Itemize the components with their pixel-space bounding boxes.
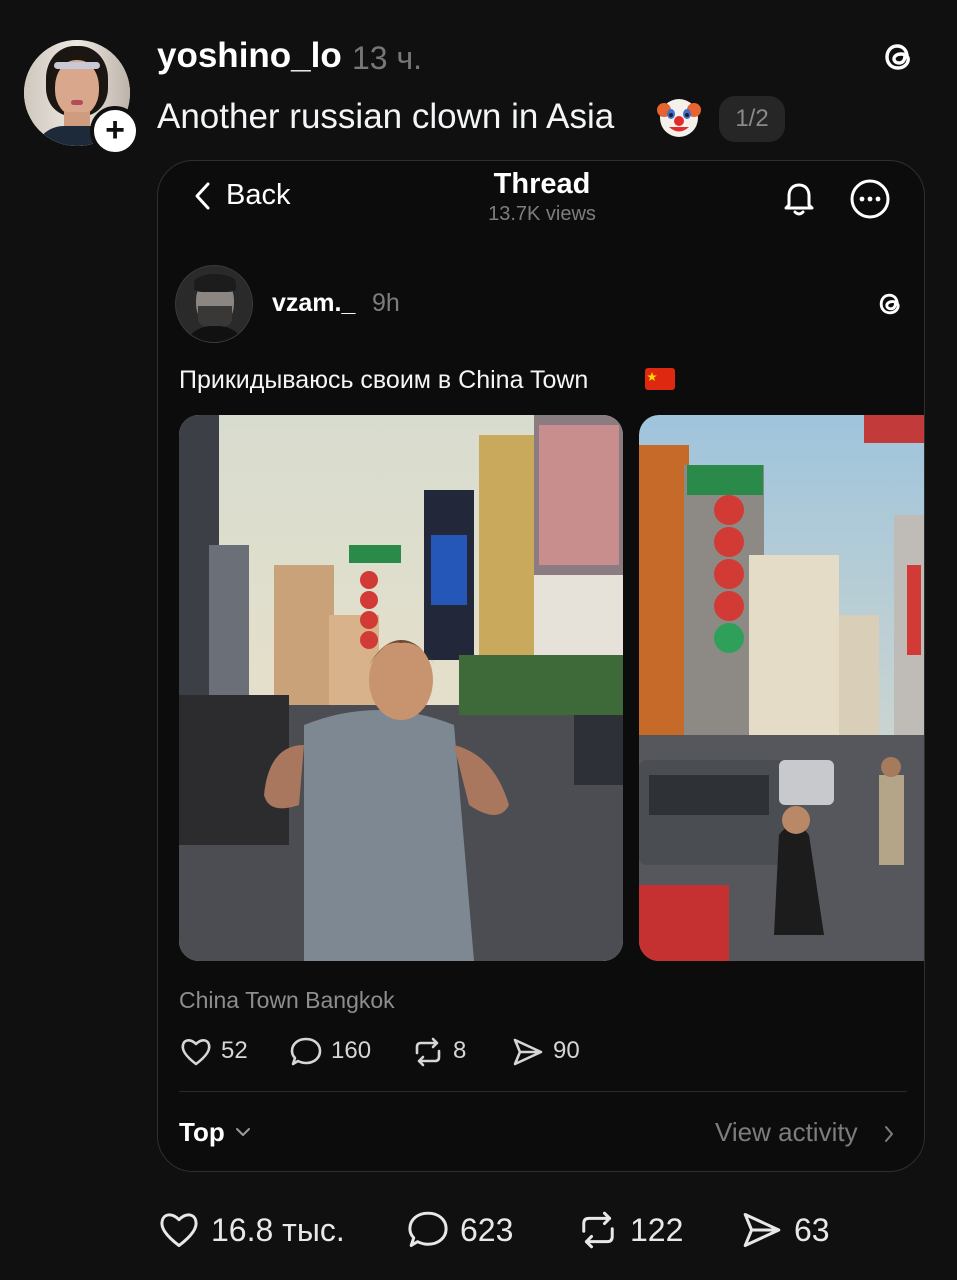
- embedded-reply-button[interactable]: 160: [289, 1035, 379, 1069]
- post-caption: Another russian clown in Asia: [157, 97, 615, 136]
- china-flag-icon: [645, 368, 675, 390]
- repost-button[interactable]: 122: [576, 1208, 696, 1254]
- image-page-indicator: 1/2: [719, 96, 785, 142]
- embedded-screenshot[interactable]: Back Thread 13.7K views vzam._ 9h Прикид…: [157, 160, 925, 1172]
- embedded-author-avatar[interactable]: [175, 265, 253, 343]
- share-button[interactable]: 63: [740, 1208, 850, 1254]
- like-button[interactable]: 16.8 тыс.: [157, 1208, 357, 1254]
- sort-dropdown[interactable]: Top: [179, 1117, 225, 1148]
- post-photo-1[interactable]: [179, 415, 623, 961]
- comment-icon: [290, 1037, 322, 1066]
- send-icon: [513, 1038, 543, 1066]
- like-count: 16.8 тыс.: [211, 1212, 345, 1248]
- chevron-right-icon[interactable]: [882, 1123, 896, 1145]
- author-username[interactable]: yoshino_lo: [157, 36, 342, 76]
- embedded-post-text: Прикидываюсь своим в China Town: [179, 366, 589, 394]
- embedded-author-username[interactable]: vzam._: [272, 289, 355, 318]
- bell-icon[interactable]: [778, 177, 820, 219]
- heart-icon: [181, 1039, 211, 1066]
- reply-count: 623: [460, 1212, 514, 1248]
- repost-count: 122: [630, 1212, 684, 1248]
- embedded-reply-count: 160: [331, 1037, 372, 1064]
- share-count: 63: [794, 1212, 830, 1248]
- repost-icon: [415, 1037, 441, 1067]
- comment-icon: [408, 1211, 448, 1248]
- heart-icon: [160, 1213, 198, 1248]
- threads-logo-icon[interactable]: [878, 37, 918, 77]
- divider: [179, 1091, 907, 1092]
- chevron-down-icon[interactable]: [234, 1125, 252, 1139]
- embedded-share-button[interactable]: 90: [511, 1035, 591, 1069]
- embedded-repost-button[interactable]: 8: [411, 1035, 481, 1069]
- embedded-timestamp: 9h: [372, 289, 400, 317]
- view-activity-link[interactable]: View activity: [715, 1117, 858, 1148]
- send-icon: [743, 1212, 781, 1248]
- post-timestamp: 13 ч.: [352, 40, 423, 76]
- reply-button[interactable]: 623: [406, 1208, 526, 1254]
- clown-face-icon: [657, 99, 701, 137]
- more-options-icon[interactable]: [848, 177, 892, 221]
- repost-icon: [582, 1211, 614, 1249]
- post-photo-2[interactable]: [639, 415, 925, 961]
- threads-logo-icon: [879, 293, 900, 315]
- location-tag[interactable]: China Town Bangkok: [179, 987, 395, 1014]
- embedded-like-button[interactable]: 52: [179, 1035, 259, 1069]
- embedded-share-count: 90: [553, 1037, 580, 1064]
- embedded-like-count: 52: [221, 1037, 248, 1064]
- embedded-repost-count: 8: [453, 1037, 467, 1064]
- follow-button[interactable]: +: [90, 106, 140, 156]
